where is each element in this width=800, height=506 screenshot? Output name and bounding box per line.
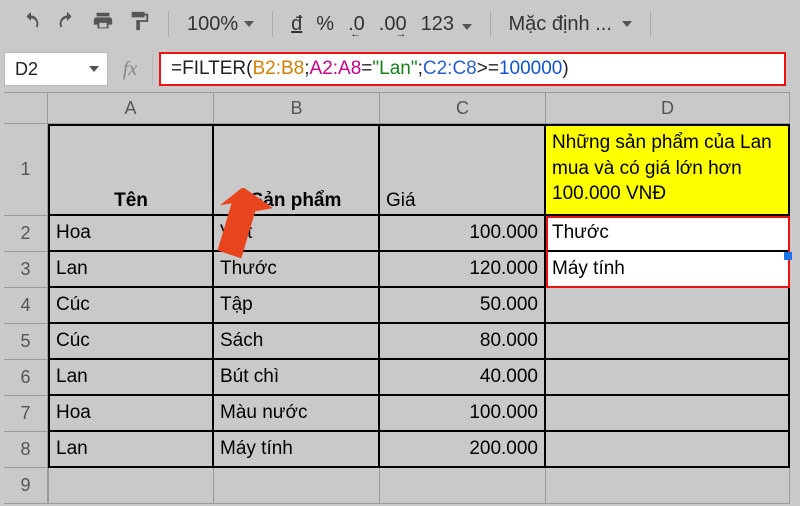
- cell-b3[interactable]: Thước: [214, 252, 380, 288]
- cell-a8[interactable]: Lan: [48, 432, 214, 468]
- chevron-down-icon: [244, 21, 254, 27]
- table-row: 4 Cúc Tập 50.000: [4, 288, 800, 324]
- cell-d4[interactable]: [546, 288, 790, 324]
- table-row: 2 Hoa Viết 100.000 Thước: [4, 216, 800, 252]
- column-header-a[interactable]: A: [48, 92, 214, 124]
- cell-b4[interactable]: Tập: [214, 288, 380, 324]
- cell-b7[interactable]: Màu nước: [214, 396, 380, 432]
- cell-a4[interactable]: Cúc: [48, 288, 214, 324]
- cell-c2[interactable]: 100.000: [380, 216, 546, 252]
- cell-a6[interactable]: Lan: [48, 360, 214, 396]
- cell-b9[interactable]: [214, 468, 380, 504]
- chevron-down-icon: [89, 66, 99, 72]
- chevron-down-icon: [462, 24, 472, 30]
- cell-d8[interactable]: [546, 432, 790, 468]
- spreadsheet-grid[interactable]: A B C D 1 Tên Sản phẩm Giá Những sản phẩ…: [4, 92, 800, 504]
- cell-d9[interactable]: [546, 468, 790, 504]
- cell-d3[interactable]: Máy tính: [546, 252, 790, 288]
- toolbar-format-group: đ % .0← .00→ 123: [291, 13, 471, 36]
- cell-a1[interactable]: Tên: [48, 124, 214, 216]
- toolbar-divider: [490, 11, 491, 37]
- cell-a3[interactable]: Lan: [48, 252, 214, 288]
- select-all-corner[interactable]: [4, 92, 48, 124]
- redo-icon[interactable]: [56, 10, 78, 38]
- cell-c3[interactable]: 120.000: [380, 252, 546, 288]
- row-header-8[interactable]: 8: [4, 432, 48, 468]
- row-header-6[interactable]: 6: [4, 360, 48, 396]
- cell-a7[interactable]: Hoa: [48, 396, 214, 432]
- cell-c6[interactable]: 40.000: [380, 360, 546, 396]
- cell-c1[interactable]: Giá: [380, 124, 546, 216]
- cell-d1[interactable]: Những sản phẩm của Lan mua và có giá lớn…: [546, 124, 790, 216]
- row-header-1[interactable]: 1: [4, 124, 48, 216]
- zoom-select[interactable]: 100%: [187, 13, 254, 36]
- table-row: 1 Tên Sản phẩm Giá Những sản phẩm của La…: [4, 124, 800, 216]
- table-row: 7 Hoa Màu nước 100.000: [4, 396, 800, 432]
- column-header-d[interactable]: D: [546, 92, 790, 124]
- table-row: 3 Lan Thước 120.000 Máy tính: [4, 252, 800, 288]
- toolbar: 100% đ % .0← .00→ 123 Mặc định ...: [0, 0, 800, 52]
- row-header-7[interactable]: 7: [4, 396, 48, 432]
- font-select[interactable]: Mặc định ...: [509, 13, 632, 36]
- percent-format-button[interactable]: %: [316, 13, 334, 36]
- cell-c4[interactable]: 50.000: [380, 288, 546, 324]
- cell-c8[interactable]: 200.000: [380, 432, 546, 468]
- cell-a5[interactable]: Cúc: [48, 324, 214, 360]
- currency-format-button[interactable]: đ: [291, 13, 302, 36]
- toolbar-divider: [272, 11, 273, 37]
- table-row: 5 Cúc Sách 80.000: [4, 324, 800, 360]
- formula-row: D2 fx =FILTER(B2:B8;A2:A8="Lan";C2:C8>=1…: [0, 52, 800, 92]
- fx-divider: [152, 54, 153, 84]
- cell-c5[interactable]: 80.000: [380, 324, 546, 360]
- toolbar-divider: [650, 11, 651, 37]
- column-header-b[interactable]: B: [214, 92, 380, 124]
- cell-a9[interactable]: [48, 468, 214, 504]
- cell-b5[interactable]: Sách: [214, 324, 380, 360]
- cell-b1[interactable]: Sản phẩm: [214, 124, 380, 216]
- column-header-c[interactable]: C: [380, 92, 546, 124]
- font-name: Mặc định ...: [509, 13, 612, 36]
- cell-a2[interactable]: Hoa: [48, 216, 214, 252]
- table-row: 9: [4, 468, 800, 504]
- table-row: 8 Lan Máy tính 200.000: [4, 432, 800, 468]
- row-header-9[interactable]: 9: [4, 468, 48, 504]
- row-header-4[interactable]: 4: [4, 288, 48, 324]
- cell-b2[interactable]: Viết: [214, 216, 380, 252]
- decrease-decimal-button[interactable]: .0←: [348, 13, 365, 36]
- formula-bar[interactable]: =FILTER(B2:B8;A2:A8="Lan";C2:C8>=100000): [159, 52, 786, 86]
- row-header-5[interactable]: 5: [4, 324, 48, 360]
- zoom-value: 100%: [187, 13, 238, 36]
- name-box-value: D2: [15, 59, 38, 80]
- cell-b8[interactable]: Máy tính: [214, 432, 380, 468]
- cell-d7[interactable]: [546, 396, 790, 432]
- paint-format-icon[interactable]: [128, 10, 150, 38]
- column-headers: A B C D: [4, 92, 800, 124]
- cell-b6[interactable]: Bút chì: [214, 360, 380, 396]
- cell-d2[interactable]: Thước: [546, 216, 790, 252]
- cell-d5[interactable]: [546, 324, 790, 360]
- toolbar-divider: [168, 11, 169, 37]
- toolbar-history-group: [20, 10, 150, 38]
- row-header-3[interactable]: 3: [4, 252, 48, 288]
- cell-c7[interactable]: 100.000: [380, 396, 546, 432]
- cell-c9[interactable]: [380, 468, 546, 504]
- fx-icon: fx: [108, 52, 152, 86]
- table-row: 6 Lan Bút chì 40.000: [4, 360, 800, 396]
- row-header-2[interactable]: 2: [4, 216, 48, 252]
- chevron-down-icon: [622, 21, 632, 27]
- cell-d6[interactable]: [546, 360, 790, 396]
- more-formats-button[interactable]: 123: [421, 13, 472, 36]
- print-icon[interactable]: [92, 10, 114, 38]
- name-box[interactable]: D2: [4, 52, 108, 86]
- undo-icon[interactable]: [20, 10, 42, 38]
- increase-decimal-button[interactable]: .00→: [379, 13, 407, 36]
